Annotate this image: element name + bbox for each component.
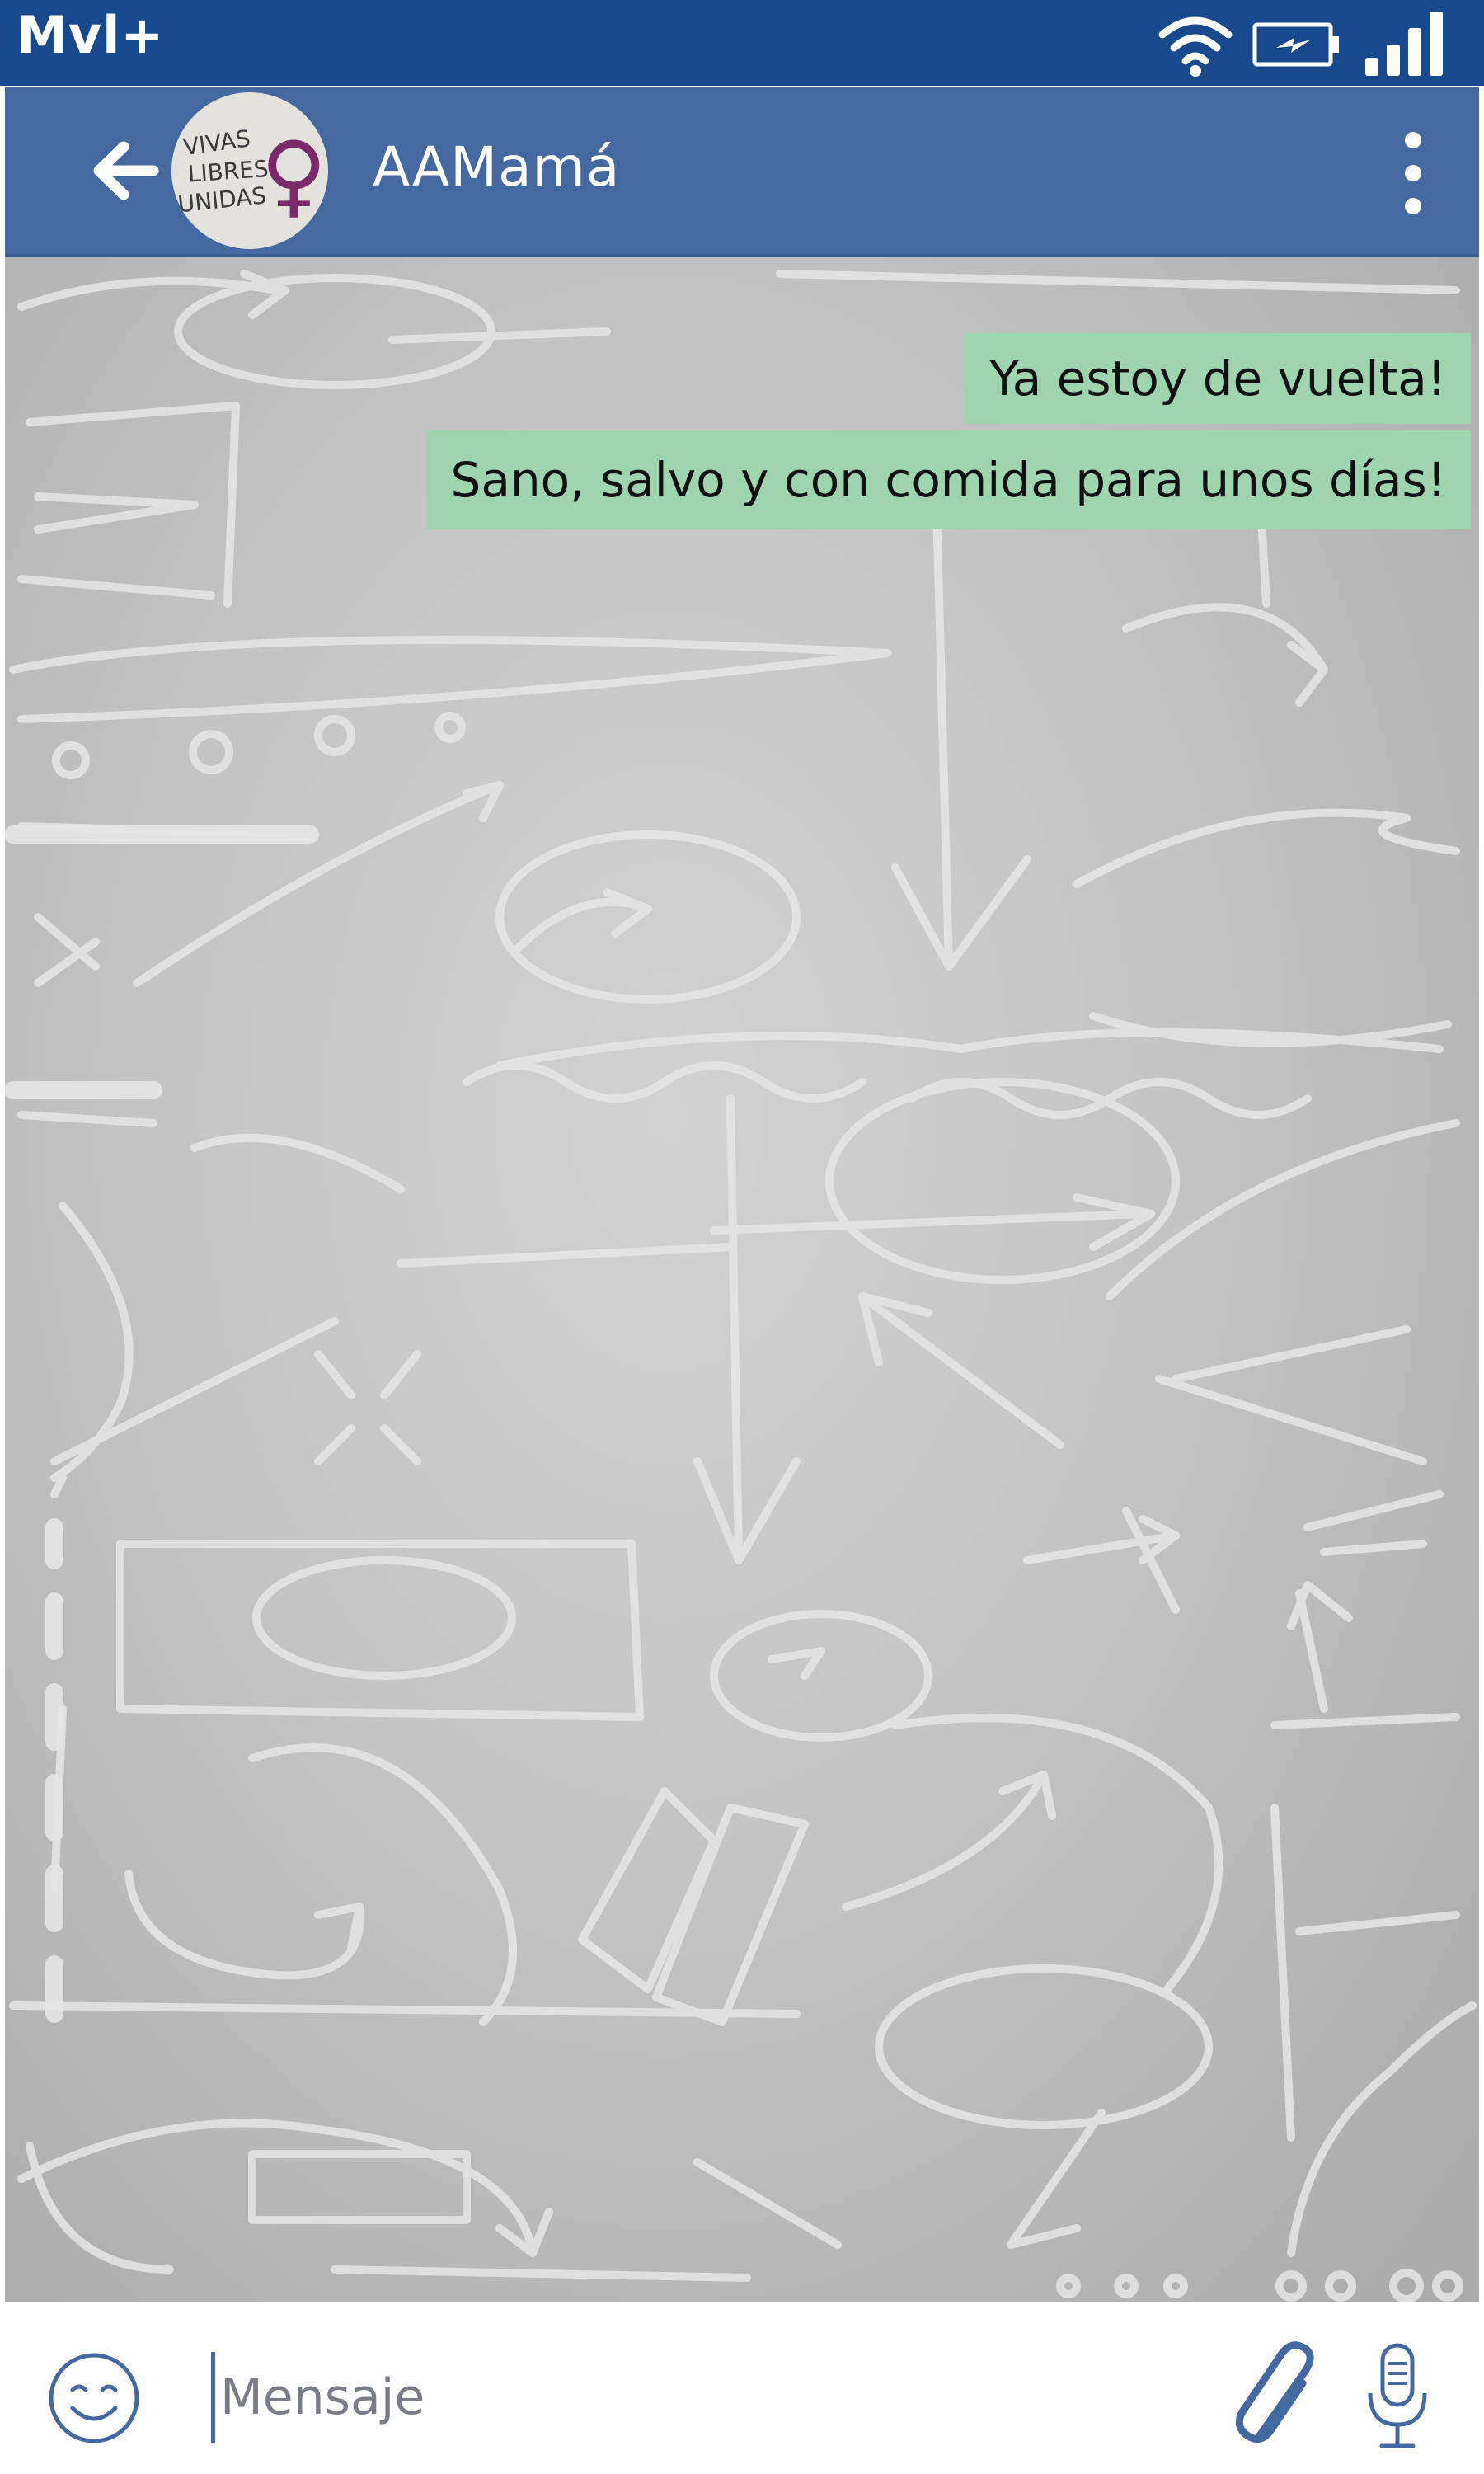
microphone-icon[interactable]: [1360, 2339, 1435, 2454]
message-input-bar: [0, 2302, 1484, 2474]
more-vert-icon[interactable]: [1388, 115, 1438, 231]
chat-header: VIVAS LIBRES UNIDAS ♀ AAMamá: [5, 87, 1479, 257]
emoji-icon[interactable]: [45, 2349, 143, 2448]
avatar-line-1: VIVAS: [181, 125, 252, 161]
back-arrow-icon[interactable]: [87, 134, 162, 208]
chat-background-doodles: [5, 270, 1477, 2302]
contact-name[interactable]: AAMamá: [373, 135, 620, 199]
carrier-name: Mvl+: [16, 5, 165, 65]
message-bubble[interactable]: Ya estoy de vuelta!: [965, 333, 1471, 424]
status-bar: Mvl+: [0, 0, 1484, 86]
battery-charging-icon: [1252, 22, 1339, 67]
contact-avatar[interactable]: VIVAS LIBRES UNIDAS ♀: [171, 92, 328, 249]
female-symbol-icon: ♀: [261, 122, 327, 228]
message-text: Ya estoy de vuelta!: [989, 350, 1446, 407]
chat-area[interactable]: Ya estoy de vuelta! Sano, salvo y con co…: [5, 257, 1479, 2302]
wifi-icon: [1158, 16, 1233, 77]
paperclip-icon[interactable]: [1233, 2339, 1324, 2454]
message-text: Sano, salvo y con comida para unos días!: [450, 452, 1447, 508]
signal-icon: [1365, 12, 1443, 76]
message-input[interactable]: [211, 2352, 1200, 2443]
message-bubble[interactable]: Sano, salvo y con comida para unos días!: [425, 430, 1471, 529]
